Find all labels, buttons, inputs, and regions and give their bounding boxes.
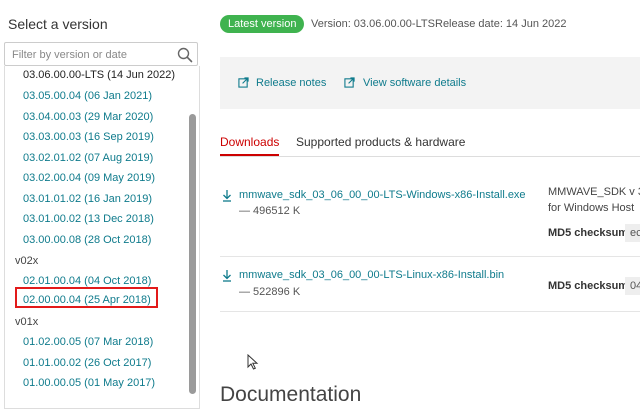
version-item[interactable]: 03.02.01.02 (07 Aug 2019)	[23, 152, 153, 164]
file-size: — 522896 K	[239, 286, 301, 298]
version-item[interactable]: 03.05.00.04 (06 Jan 2021)	[23, 90, 152, 102]
version-item[interactable]: 03.01.00.02 (13 Dec 2018)	[23, 213, 154, 225]
software-details-link[interactable]: View software details	[363, 77, 466, 89]
md5-label: MD5 checksum	[548, 227, 629, 239]
version-item[interactable]: 03.00.00.08 (28 Oct 2018)	[23, 234, 151, 246]
search-icon[interactable]	[177, 47, 193, 63]
latest-version-badge: Latest version	[220, 15, 305, 33]
version-item[interactable]: 03.03.00.03 (16 Sep 2019)	[23, 131, 154, 143]
version-item-selected[interactable]: 02.00.00.04 (25 Apr 2018)	[23, 294, 151, 306]
row-divider	[220, 256, 640, 257]
version-group-v01: v01x	[15, 316, 39, 328]
version-item[interactable]: 03.02.00.04 (09 May 2019)	[23, 172, 155, 184]
version-list[interactable]: 03.06.00.00-LTS (14 Jun 2022) 03.05.00.0…	[4, 66, 200, 409]
tab-downloads[interactable]: Downloads	[220, 135, 279, 149]
version-text: Version: 03.06.00.00-LTS	[311, 18, 435, 30]
version-item[interactable]: 03.04.00.03 (29 Mar 2020)	[23, 111, 153, 123]
mouse-cursor-icon	[247, 354, 259, 370]
active-tab-indicator	[220, 154, 279, 156]
version-item[interactable]: 01.02.00.05 (07 Mar 2018)	[23, 336, 153, 348]
version-group-v02: v02x	[15, 255, 39, 267]
download-linux-link[interactable]: mmwave_sdk_03_06_00_00-LTS-Linux-x86-Ins…	[239, 269, 504, 281]
version-item[interactable]: 01.01.00.02 (26 Oct 2017)	[23, 357, 151, 369]
resource-links-bar: Release notes View software details	[220, 57, 640, 109]
external-link-icon	[344, 77, 355, 88]
file-description: for Windows Host	[548, 202, 635, 214]
version-item[interactable]: 03.01.01.02 (16 Jan 2019)	[23, 193, 152, 205]
release-date-text: Release date: 14 Jun 2022	[435, 18, 567, 30]
release-notes-link[interactable]: Release notes	[256, 77, 326, 89]
version-filter-input[interactable]	[10, 44, 174, 66]
version-item-current[interactable]: 03.06.00.00-LTS (14 Jun 2022)	[23, 69, 175, 81]
version-item[interactable]: 02.01.00.04 (04 Oct 2018)	[23, 275, 151, 287]
md5-label: MD5 checksum	[548, 280, 629, 292]
download-windows-link[interactable]: mmwave_sdk_03_06_00_00-LTS-Windows-x86-I…	[239, 189, 526, 201]
select-version-title: Select a version	[8, 16, 108, 32]
md5-value: ec	[625, 224, 640, 242]
version-filter[interactable]	[4, 42, 198, 66]
version-list-scrollbar[interactable]	[189, 114, 196, 394]
row-divider	[220, 311, 640, 312]
external-link-icon	[238, 77, 249, 88]
download-icon[interactable]	[222, 270, 232, 282]
version-item[interactable]: 01.00.00.05 (01 May 2017)	[23, 377, 155, 389]
documentation-heading: Documentation	[220, 383, 362, 406]
file-description: MMWAVE_SDK v 3.6	[548, 186, 640, 198]
md5-value: 04	[625, 277, 640, 295]
file-size: — 496512 K	[239, 205, 301, 217]
download-icon[interactable]	[222, 190, 232, 202]
tabs-divider	[220, 156, 640, 157]
tab-supported-products[interactable]: Supported products & hardware	[296, 135, 465, 149]
